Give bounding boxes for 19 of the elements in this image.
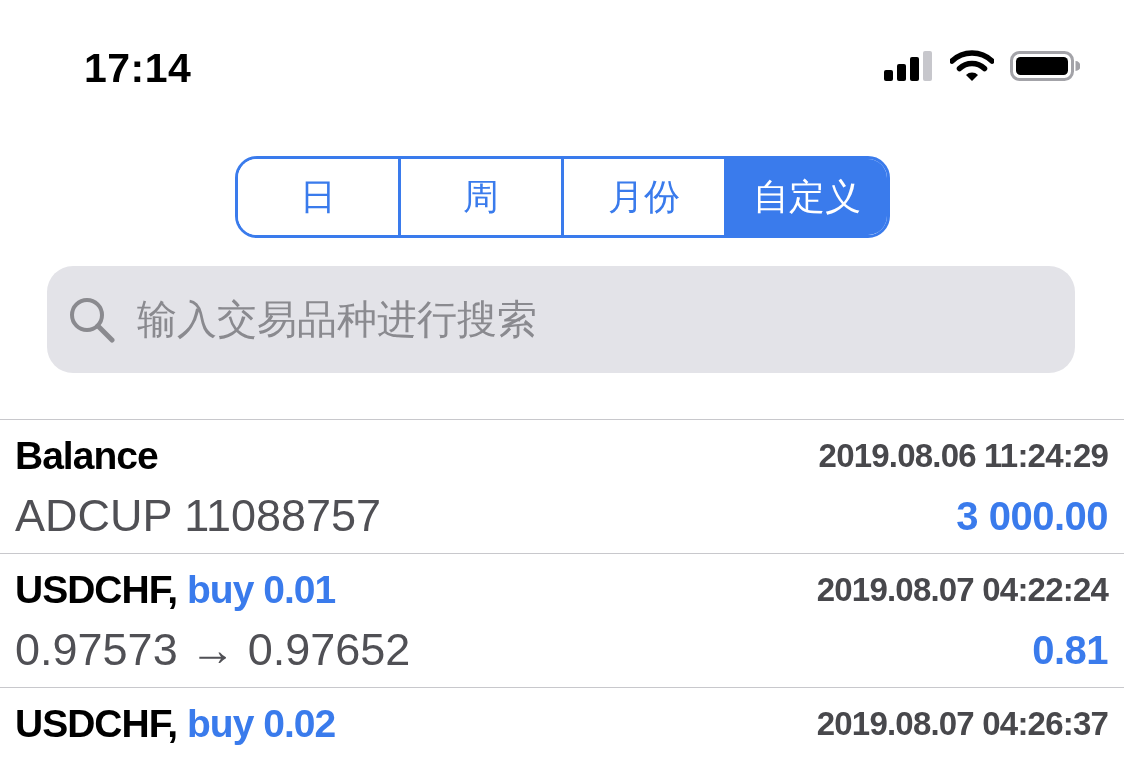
account-text: ADCUP 11088757 [15, 489, 382, 543]
deal-type-text: buy 0.01 [187, 566, 336, 613]
amount-text: 3 000.00 [956, 493, 1108, 540]
battery-icon [1010, 51, 1080, 81]
wifi-icon [950, 50, 994, 82]
clock-time: 17:14 [84, 44, 192, 92]
symbol-text: USDCHF, [15, 566, 177, 613]
segment-tab[interactable]: 自定义 [723, 159, 887, 235]
search-icon [69, 297, 115, 343]
deal-time: 2019.08.07 04:22:24 [816, 570, 1108, 610]
deal-time: 2019.08.07 04:26:37 [816, 704, 1108, 744]
deal-type-text: buy 0.02 [187, 700, 336, 747]
signal-icon [884, 51, 934, 81]
search-field[interactable]: 输入交易品种进行搜索 [47, 266, 1075, 373]
deal-time: 2019.08.06 11:24:29 [818, 436, 1108, 476]
balance-title: Balance [15, 432, 158, 479]
symbol-text: USDCHF, [15, 700, 177, 747]
amount-text: 0.81 [1032, 627, 1108, 674]
price-text: 0.97573 → 0.97652 [15, 623, 411, 677]
